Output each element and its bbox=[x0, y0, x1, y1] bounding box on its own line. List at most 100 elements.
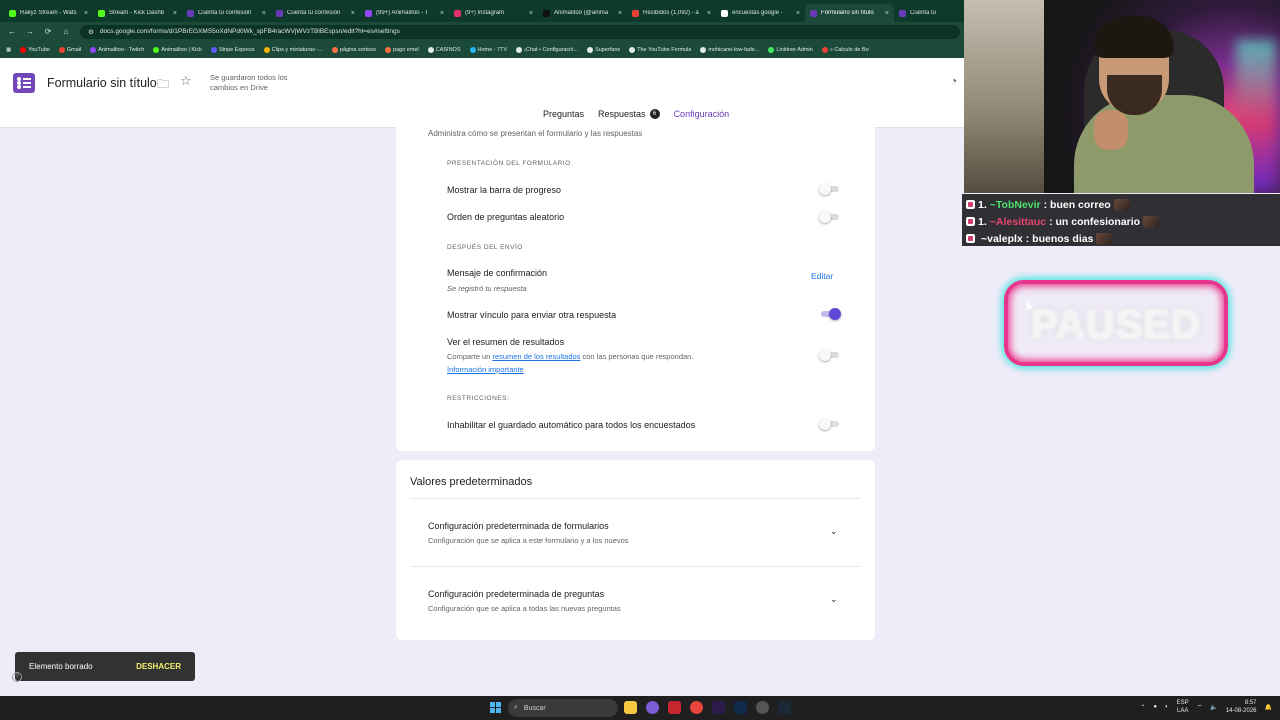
discord-icon[interactable] bbox=[646, 701, 659, 714]
badge-icon bbox=[966, 234, 975, 243]
chrome-icon[interactable] bbox=[690, 701, 703, 714]
summary-toggle[interactable] bbox=[819, 349, 841, 361]
browser-tab[interactable]: encuestas google - × bbox=[716, 4, 805, 22]
address-bar[interactable]: ⚙ docs.google.com/forms/d/1PBrEGXMS5oXdN… bbox=[80, 24, 960, 39]
home-icon[interactable]: ⌂ bbox=[62, 27, 70, 36]
taskbar-search[interactable]: ⌕ Buscar bbox=[508, 699, 618, 717]
bookmark-item[interactable]: Animalitoo - Twitch bbox=[90, 46, 144, 53]
bookmark-item[interactable]: Stripe Express bbox=[210, 46, 255, 53]
browser-tab[interactable]: Rakyz Stream - Wats × bbox=[4, 4, 93, 22]
chat-text: : buenos dias bbox=[1025, 232, 1094, 245]
bookmark-item[interactable]: Gmail bbox=[58, 46, 81, 53]
google-forms-logo[interactable] bbox=[13, 73, 35, 93]
browser-tab[interactable]: Cuenta tu confesión × bbox=[182, 4, 271, 22]
edit-confirmation-button[interactable]: Editar bbox=[811, 271, 833, 281]
bookmark-item[interactable]: The YouTube Formula bbox=[629, 46, 691, 53]
shuffle-toggle[interactable] bbox=[819, 211, 841, 223]
browser-tab[interactable]: Stream - Kick Dashb × bbox=[93, 4, 182, 22]
app-icon[interactable] bbox=[668, 701, 681, 714]
bookmark-item[interactable]: » Calculo de Bo bbox=[821, 46, 869, 53]
folder-icon[interactable]: 🗀 bbox=[157, 75, 169, 96]
form-title[interactable]: Formulario sin título bbox=[47, 76, 157, 90]
windows-start-icon[interactable] bbox=[490, 702, 501, 713]
close-tab-icon[interactable]: × bbox=[529, 10, 533, 17]
back-icon[interactable]: ← bbox=[8, 27, 16, 36]
steam-icon[interactable] bbox=[778, 701, 791, 714]
close-tab-icon[interactable]: × bbox=[796, 10, 800, 17]
file-explorer-icon[interactable] bbox=[624, 701, 637, 714]
close-tab-icon[interactable]: × bbox=[707, 10, 711, 17]
bookmark-item[interactable]: mohicano-low-fade... bbox=[700, 46, 759, 53]
browser-tab-title: Formulario sin título bbox=[821, 10, 874, 16]
bookmark-item[interactable]: Animalitoo | Kick bbox=[153, 46, 202, 53]
obs-icon[interactable] bbox=[756, 701, 769, 714]
help-icon[interactable]: ? bbox=[12, 672, 22, 682]
wifi-icon[interactable]: ⌔ bbox=[1197, 703, 1203, 711]
badge-icon bbox=[966, 200, 975, 209]
tab-favicon-icon bbox=[187, 9, 194, 17]
bookmark-label: Home - 7TV bbox=[477, 46, 508, 53]
close-tab-icon[interactable]: × bbox=[173, 10, 177, 17]
browser-tab[interactable]: Animalitoo (@anima × bbox=[538, 4, 627, 22]
progress-bar-toggle[interactable] bbox=[819, 183, 841, 195]
bookmark-favicon-icon bbox=[153, 46, 160, 53]
tray-chevron-up-icon[interactable]: ⌃ bbox=[1140, 704, 1145, 711]
browser-tab[interactable]: Recibidos (1,092) - a × bbox=[627, 4, 716, 22]
system-tray: ⌃ ● ◐ ESP LAA ⌔ 🔈 8:57 14-08-2026 🔔 bbox=[1140, 699, 1272, 715]
browser-tab[interactable]: Formulario sin título × bbox=[805, 4, 894, 22]
forms-header: Formulario sin título 🗀 ☆ Se guardaron t… bbox=[0, 58, 964, 128]
autosave-toggle[interactable] bbox=[819, 418, 841, 430]
another-response-toggle[interactable] bbox=[819, 308, 841, 320]
bookmark-item[interactable]: CASINOS bbox=[427, 46, 461, 53]
close-tab-icon[interactable]: × bbox=[84, 10, 88, 17]
close-tab-icon[interactable]: × bbox=[262, 10, 266, 17]
palette-icon[interactable]: ◔ bbox=[950, 74, 957, 88]
question-defaults-accordion[interactable]: Configuración predeterminada de pregunta… bbox=[428, 589, 848, 613]
bookmark-item[interactable]: ¡Chat • Configuració... bbox=[516, 46, 578, 53]
important-info-link[interactable]: Información importante bbox=[447, 365, 524, 374]
chat-username: ~TobNevir bbox=[989, 198, 1041, 211]
bookmark-item[interactable]: YouTube bbox=[20, 46, 50, 53]
screen: Rakyz Stream - Wats × Stream - Kick Dashb ×… bbox=[0, 0, 1280, 720]
chevron-down-icon[interactable]: ⌄ bbox=[830, 526, 838, 537]
bookmark-label: » Calculo de Bo bbox=[829, 46, 869, 53]
bookmark-item[interactable]: Home - 7TV bbox=[469, 46, 508, 53]
apps-icon[interactable]: ▦ bbox=[6, 47, 11, 53]
chat-text: : un confesionario bbox=[1049, 215, 1141, 228]
form-defaults-accordion[interactable]: Configuración predeterminada de formular… bbox=[428, 521, 848, 545]
bookmark-favicon-icon bbox=[90, 46, 97, 53]
browser-tab[interactable]: (9+) Instagram × bbox=[449, 4, 538, 22]
close-tab-icon[interactable]: × bbox=[440, 10, 444, 17]
bookmark-item[interactable]: Superfans bbox=[587, 46, 620, 53]
tab-favicon-icon bbox=[543, 9, 550, 17]
close-tab-icon[interactable]: × bbox=[885, 10, 889, 17]
question-defaults-title: Configuración predeterminada de pregunta… bbox=[428, 589, 605, 599]
premiere-icon[interactable] bbox=[712, 701, 725, 714]
bookmark-item[interactable]: Linktree Admin bbox=[768, 46, 813, 53]
photoshop-icon[interactable] bbox=[734, 701, 747, 714]
tray-app-icon[interactable]: ◐ bbox=[1165, 704, 1169, 710]
star-icon[interactable]: ☆ bbox=[180, 73, 192, 89]
close-tab-icon[interactable]: × bbox=[618, 10, 622, 17]
bookmark-label: Stripe Express bbox=[218, 46, 255, 53]
chat-username: ~Alesittauc bbox=[989, 215, 1047, 228]
tray-app-icon[interactable]: ● bbox=[1153, 704, 1157, 710]
forward-icon[interactable]: → bbox=[26, 27, 34, 36]
browser-tab[interactable]: (99+) Animalitoo - T × bbox=[360, 4, 449, 22]
language-indicator[interactable]: ESP LAA bbox=[1177, 699, 1189, 715]
clock[interactable]: 8:57 14-08-2026 bbox=[1226, 699, 1257, 715]
browser-tab[interactable]: Cuenta tu confesión × bbox=[271, 4, 360, 22]
bookmark-favicon-icon bbox=[331, 46, 338, 53]
summary-results-link[interactable]: resumen de los resultados bbox=[492, 352, 580, 361]
chevron-down-icon[interactable]: ⌄ bbox=[830, 594, 838, 605]
bookmark-item[interactable]: pago emel bbox=[385, 46, 419, 53]
bookmark-item[interactable]: Clips y miniaturas -... bbox=[263, 46, 323, 53]
close-tab-icon[interactable]: × bbox=[351, 10, 355, 17]
undo-button[interactable]: DESHACER bbox=[136, 662, 181, 671]
saved-status: Se guardaron todos los cambios en Drive bbox=[210, 73, 288, 92]
bookmark-item[interactable]: página sorteos bbox=[331, 46, 376, 53]
reload-icon[interactable]: ⟳ bbox=[44, 27, 52, 36]
volume-icon[interactable]: 🔈 bbox=[1210, 704, 1217, 711]
notifications-icon[interactable]: 🔔 bbox=[1265, 704, 1272, 711]
site-info-icon[interactable]: ⚙ bbox=[88, 28, 94, 36]
